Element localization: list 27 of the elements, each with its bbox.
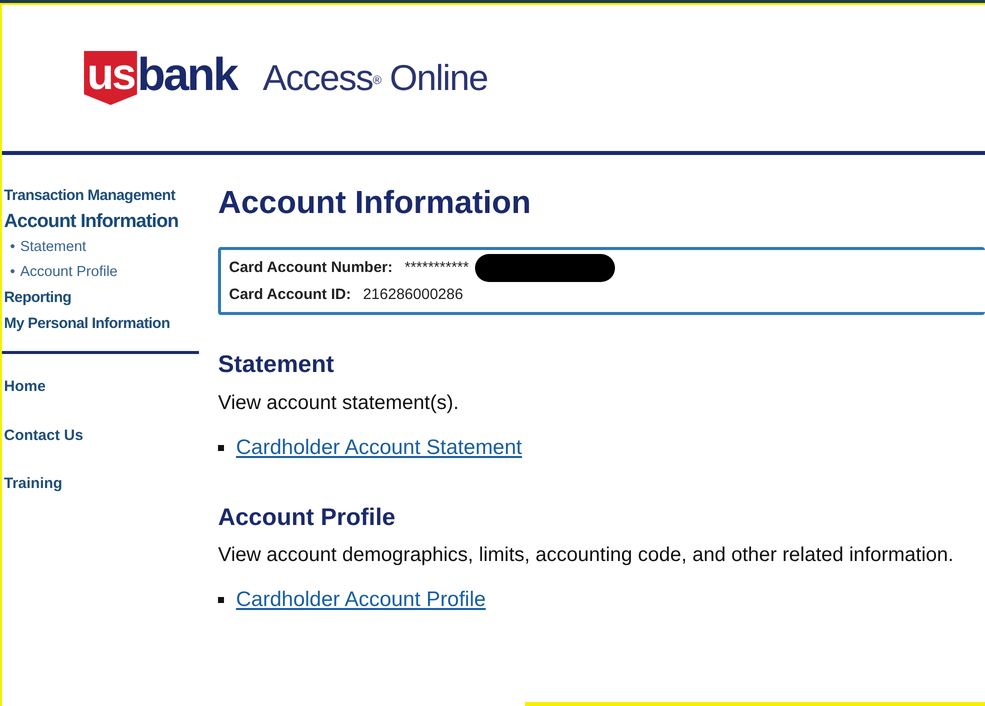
sidebar-item[interactable]: My Personal Information bbox=[4, 311, 199, 337]
product-name: Access$^{®}$ Online bbox=[262, 56, 488, 100]
sidebar-subitem[interactable]: Statement bbox=[20, 235, 86, 260]
field-value: *********** bbox=[404, 258, 469, 278]
sidebar-item[interactable]: Reporting bbox=[4, 285, 199, 311]
field-label: Card Account ID: bbox=[229, 285, 351, 306]
bullet-icon bbox=[218, 597, 224, 604]
section-link[interactable]: Cardholder Account Profile bbox=[236, 584, 486, 616]
field-label: Card Account Number: bbox=[229, 258, 393, 278]
bullet-icon: • bbox=[10, 235, 16, 260]
logo-shield: us bbox=[84, 51, 138, 105]
sidebar-item[interactable]: Account Information bbox=[4, 209, 199, 235]
sidebar-link[interactable]: Contact Us bbox=[4, 424, 199, 447]
section-link[interactable]: Cardholder Account Statement bbox=[236, 432, 522, 464]
section-description: View account statement(s). bbox=[218, 391, 460, 416]
sidebar-item[interactable]: Transaction Management bbox=[4, 183, 199, 209]
logo-wordmark: bank bbox=[137, 51, 237, 97]
section-heading: Account Profile bbox=[218, 504, 396, 532]
sidebar-link[interactable]: Home bbox=[4, 376, 199, 398]
page-title: Account Information bbox=[218, 183, 532, 222]
section-description: View account demographics, limits, accounting code, and other related information. bbox=[218, 543, 955, 568]
sidebar-subitem[interactable]: Account Profile bbox=[20, 260, 118, 285]
bullet-icon: • bbox=[10, 260, 16, 285]
field-value: 216286000286 bbox=[362, 285, 464, 306]
bullet-icon bbox=[218, 444, 224, 451]
sidebar-link[interactable]: Training bbox=[4, 473, 199, 496]
section-heading: Statement bbox=[218, 351, 336, 380]
